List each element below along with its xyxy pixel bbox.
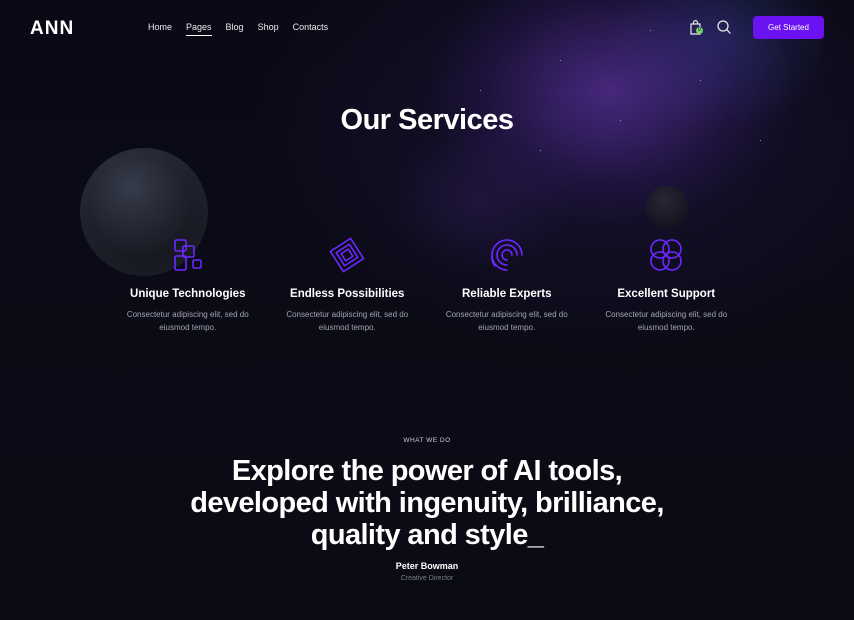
- service-text: Consectetur adipiscing elit, sed do eius…: [126, 310, 249, 332]
- nav-shop[interactable]: Shop: [258, 22, 279, 36]
- headline-line-2: developed with ingenuity, brilliance,: [190, 487, 664, 519]
- service-card: Reliable Experts Consectetur adipiscing …: [427, 236, 587, 334]
- service-card: Excellent Support Consectetur adipiscing…: [587, 236, 747, 334]
- spiral-icon: [490, 239, 523, 271]
- services-title: Our Services: [340, 104, 514, 136]
- squares-icon: [173, 239, 202, 271]
- moon-image: [646, 186, 688, 228]
- section-eyebrow: WHAT WE DO: [403, 437, 451, 444]
- service-title: Excellent Support: [617, 288, 716, 300]
- service-card: Endless Possibilities Consectetur adipis…: [268, 236, 428, 334]
- section-headline: Explore the power of AI tools, developed…: [0, 455, 854, 551]
- nav-pages[interactable]: Pages: [186, 22, 212, 36]
- services-list: Unique Technologies Consectetur adipisci…: [108, 236, 746, 334]
- nav-contacts[interactable]: Contacts: [293, 22, 329, 36]
- service-card: Unique Technologies Consectetur adipisci…: [108, 236, 268, 334]
- cart-count-badge: 0: [696, 27, 703, 34]
- service-title: Endless Possibilities: [290, 288, 405, 300]
- service-title: Unique Technologies: [130, 288, 246, 300]
- service-title: Reliable Experts: [462, 288, 552, 300]
- main-nav: Home Pages Blog Shop Contacts: [148, 22, 342, 36]
- nav-blog[interactable]: Blog: [226, 22, 244, 36]
- layered-diamond-icon: [329, 237, 365, 273]
- headline-line-1: Explore the power of AI tools,: [231, 455, 623, 487]
- nav-home[interactable]: Home: [148, 22, 172, 36]
- author-name: Peter Bowman: [395, 561, 459, 571]
- service-text: Consectetur adipiscing elit, sed do eius…: [286, 310, 409, 332]
- get-started-button[interactable]: Get Started: [753, 16, 824, 39]
- headline-line-3: quality and style_: [310, 519, 544, 551]
- logo[interactable]: ANN: [30, 18, 74, 40]
- circles-icon: [650, 239, 683, 271]
- search-icon[interactable]: [716, 19, 732, 35]
- service-text: Consectetur adipiscing elit, sed do eius…: [605, 310, 728, 332]
- service-text: Consectetur adipiscing elit, sed do eius…: [445, 310, 568, 332]
- site-header: ANN Home Pages Blog Shop Contacts 0 Get …: [0, 0, 854, 56]
- author-role: Creative Director: [400, 575, 454, 582]
